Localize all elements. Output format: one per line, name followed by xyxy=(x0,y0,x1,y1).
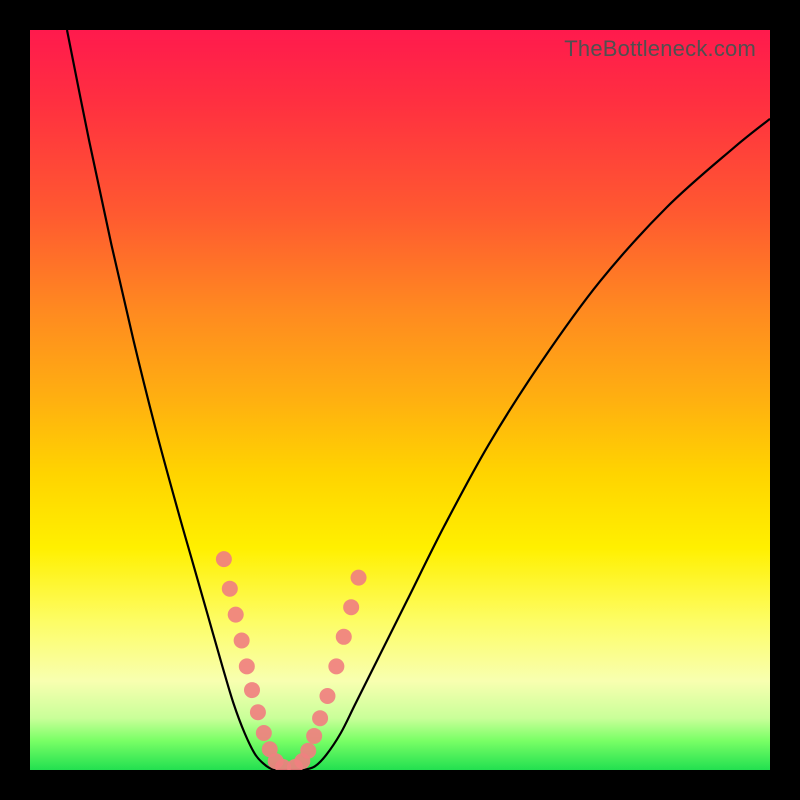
marker-dot xyxy=(300,743,316,759)
marker-dot xyxy=(256,725,272,741)
plot-area: TheBottleneck.com xyxy=(30,30,770,770)
marker-dot xyxy=(250,704,266,720)
marker-dot xyxy=(222,581,238,597)
left-curve-path xyxy=(67,30,274,770)
marker-dot xyxy=(234,633,250,649)
right-curve-path xyxy=(304,119,770,770)
marker-dot xyxy=(228,607,244,623)
marker-group xyxy=(216,551,367,770)
marker-dot xyxy=(306,728,322,744)
marker-dot xyxy=(244,682,260,698)
marker-dot xyxy=(239,658,255,674)
marker-dot xyxy=(312,710,328,726)
chart-svg xyxy=(30,30,770,770)
marker-dot xyxy=(216,551,232,567)
marker-dot xyxy=(336,629,352,645)
outer-frame: TheBottleneck.com xyxy=(0,0,800,800)
marker-dot xyxy=(319,688,335,704)
marker-dot xyxy=(343,599,359,615)
marker-dot xyxy=(351,570,367,586)
marker-dot xyxy=(328,658,344,674)
